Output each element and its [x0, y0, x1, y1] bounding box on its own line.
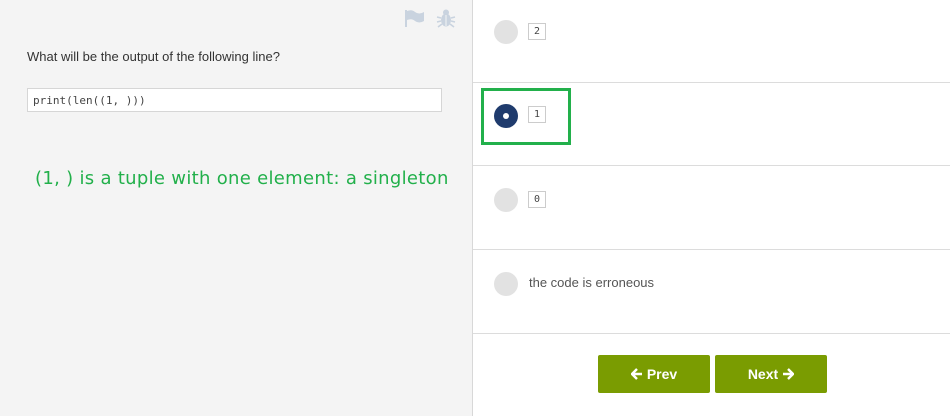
- arrow-left-icon: [630, 368, 642, 380]
- question-code: print(len((1, ))): [27, 88, 442, 112]
- option-code: 2: [528, 23, 546, 40]
- next-label: Next: [747, 366, 779, 382]
- answer-option-1[interactable]: 2: [473, 0, 950, 83]
- prev-label: Prev: [646, 366, 678, 382]
- next-button[interactable]: Next: [715, 355, 827, 393]
- option-code: 0: [528, 191, 546, 208]
- bug-icon[interactable]: [435, 8, 457, 28]
- answer-panel: 2 1 0 the code is erroneous Prev Next: [473, 0, 950, 416]
- correct-answer-highlight: [481, 88, 571, 145]
- arrow-right-icon: [783, 368, 795, 380]
- radio-button[interactable]: [494, 188, 518, 212]
- answer-annotation: (1, ) is a tuple with one element: a sin…: [35, 168, 449, 189]
- option-text: the code is erroneous: [529, 275, 655, 290]
- flag-icon[interactable]: [403, 8, 425, 28]
- question-text: What will be the output of the following…: [27, 49, 280, 64]
- radio-button[interactable]: [494, 272, 518, 296]
- question-panel: What will be the output of the following…: [0, 0, 473, 416]
- question-toolbar: [403, 8, 457, 28]
- answer-option-3[interactable]: 0: [473, 167, 950, 250]
- answer-option-4[interactable]: the code is erroneous: [473, 251, 950, 334]
- radio-button[interactable]: [494, 20, 518, 44]
- prev-button[interactable]: Prev: [598, 355, 710, 393]
